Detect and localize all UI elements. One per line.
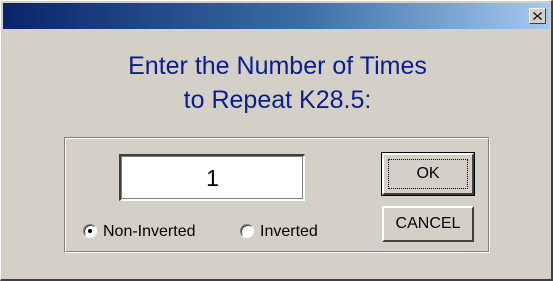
prompt-line-1: Enter the Number of Times (128, 52, 427, 80)
radio-non-inverted-button[interactable] (83, 224, 97, 238)
radio-inverted-label: Inverted (260, 223, 318, 240)
focus-rectangle (388, 159, 468, 189)
cancel-button-label: CANCEL (395, 215, 461, 232)
radio-inverted-button[interactable] (240, 224, 254, 238)
ok-button[interactable]: OK (381, 152, 475, 196)
radio-non-inverted-label: Non-Inverted (103, 223, 196, 240)
close-button[interactable] (529, 8, 546, 24)
radio-inverted[interactable]: Inverted (240, 223, 340, 241)
close-icon (533, 12, 542, 20)
prompt-text: Enter the Number of Times to Repeat K28.… (1, 49, 553, 117)
prompt-line-2: to Repeat K28.5: (183, 86, 372, 114)
radio-selected-dot (88, 229, 92, 233)
repeat-dialog: Enter the Number of Times to Repeat K28.… (0, 0, 553, 281)
title-bar[interactable] (3, 3, 550, 29)
cancel-button[interactable]: CANCEL (382, 206, 474, 242)
repeat-count-input[interactable] (119, 154, 305, 201)
radio-non-inverted[interactable]: Non-Inverted (83, 223, 243, 241)
